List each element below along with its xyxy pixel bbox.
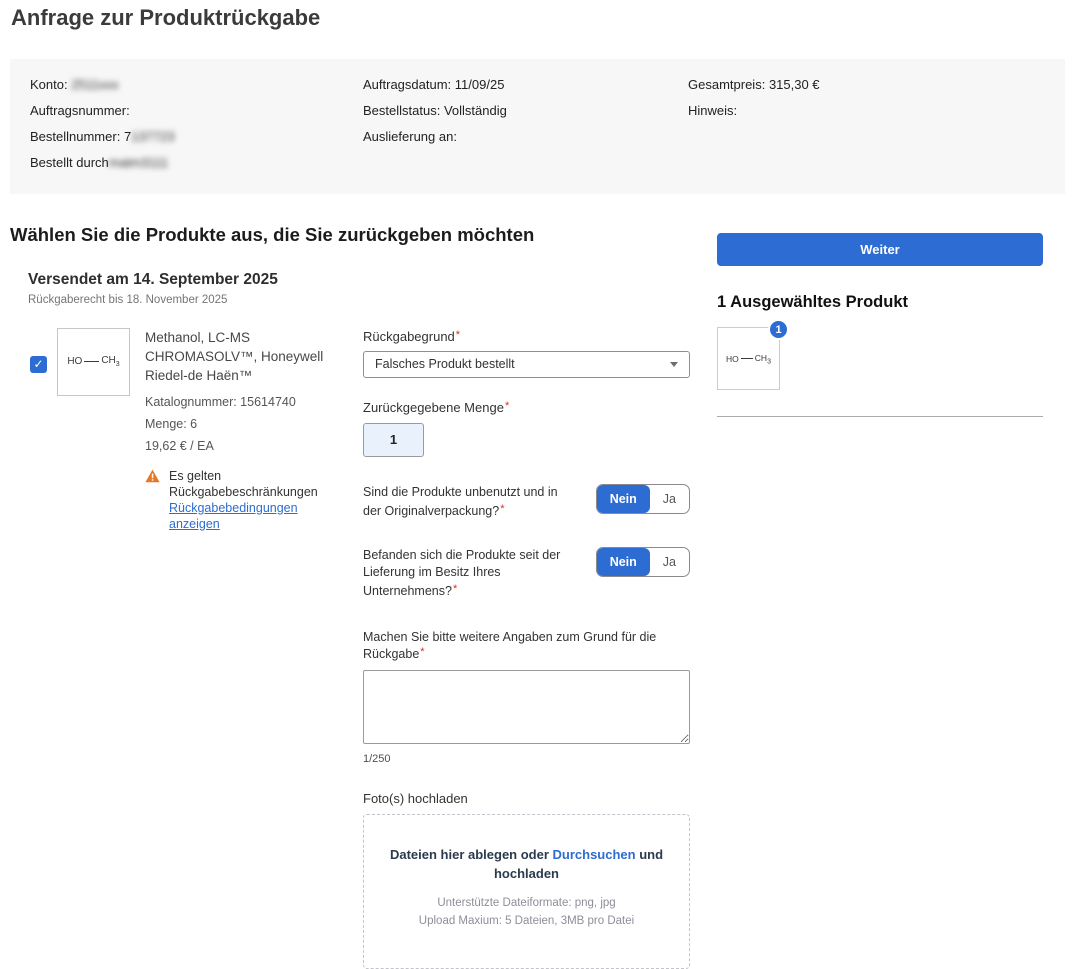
file-dropzone[interactable]: Dateien hier ablegen oder Durchsuchen un… (363, 814, 690, 969)
bestellstatus-row: Bestellstatus: Vollständig (363, 103, 688, 118)
selected-product-thumbnail[interactable]: HO CH3 1 (717, 327, 780, 390)
product-checkbox[interactable]: ✓ (30, 356, 47, 373)
unused-toggle-no-button[interactable]: Nein (597, 485, 650, 513)
methanol-structure: HO CH3 (67, 355, 119, 368)
question-text: Befanden sich die Produkte seit der Lief… (363, 547, 577, 600)
question-text: Sind die Produkte unbenutzt und in der O… (363, 484, 577, 520)
chevron-down-icon (670, 362, 678, 367)
shipment-title: Versendet am 14. September 2025 (28, 271, 700, 289)
shipment-return-deadline: Rückgaberecht bis 18. November 2025 (28, 294, 700, 306)
required-asterisk: * (453, 583, 457, 595)
methanol-structure-small: HO CH3 (726, 353, 771, 366)
return-details-textarea[interactable] (363, 670, 690, 744)
continue-button[interactable]: Weiter (717, 233, 1043, 266)
photo-upload-label: Foto(s) hochladen (363, 791, 690, 806)
konto-value-redacted: 2511xxx (71, 77, 118, 92)
auftragsnummer-row: Auftragsnummer: (30, 103, 363, 118)
required-asterisk: * (420, 646, 424, 658)
main-content: Wählen Sie die Produkte aus, die Sie zur… (10, 224, 1065, 968)
summary-divider (717, 416, 1043, 417)
warning-body: Es gelten Rückgabebeschränkungen Rückgab… (169, 468, 331, 532)
bond-line (84, 361, 99, 362)
check-icon: ✓ (33, 357, 43, 371)
warning-triangle-icon (145, 468, 160, 532)
product-image: HO CH3 (57, 328, 130, 396)
dropzone-instruction: Dateien hier ablegen oder Durchsuchen un… (388, 845, 665, 883)
unused-toggle: Nein Ja (596, 484, 690, 514)
order-info-column-2: Auftragsdatum: 11/09/25 Bestellstatus: V… (363, 77, 688, 194)
hinweis-row: Hinweis: (688, 103, 1065, 118)
formula-left: HO (67, 356, 82, 367)
order-info-column-1: Konto: 2511xxx Auftragsnummer: Bestellnu… (30, 77, 363, 194)
gesamtpreis-row: Gesamtpreis: 315,30 € (688, 77, 1065, 92)
auslieferung-row: Auslieferung an: (363, 129, 688, 144)
auftragsdatum-row: Auftragsdatum: 11/09/25 (363, 77, 688, 92)
auftragsdatum-label: Auftragsdatum: (363, 77, 451, 92)
bestellstatus-value: Vollständig (444, 103, 507, 118)
unused-toggle-yes-button[interactable]: Ja (650, 485, 689, 513)
formula-right: CH3 (101, 355, 119, 368)
supported-formats: Unterstützte Dateiformate: png, jpg (388, 896, 665, 910)
reason-label: Rückgabegrund* (363, 328, 690, 344)
return-reason-select[interactable]: Falsches Produkt bestellt (363, 351, 690, 378)
bestellnummer-row: Bestellnummer: 7137723 (30, 129, 363, 144)
upload-maximum: Upload Maxium: 5 Dateien, 3MB pro Datei (388, 914, 665, 928)
selected-count-badge: 1 (768, 319, 789, 340)
returned-quantity-input[interactable] (363, 423, 424, 457)
bestellnummer-redacted: 137723 (131, 129, 174, 144)
warning-text: Es gelten Rückgabebeschränkungen (169, 469, 318, 499)
selection-heading: Wählen Sie die Produkte aus, die Sie zur… (10, 224, 700, 246)
catalog-number: Katalognummer: 15614740 (145, 395, 348, 409)
bestellt-durch-value-redacted: matm3111 (109, 155, 169, 170)
return-form: Rückgabegrund* Falsches Produkt bestellt… (363, 328, 690, 969)
order-info-column-3: Gesamtpreis: 315,30 € Hinweis: (688, 77, 1065, 194)
gesamtpreis-value: 315,30 € (769, 77, 820, 92)
details-label: Machen Sie bitte weitere Angaben zum Gru… (363, 630, 690, 662)
return-request-page: Anfrage zur Produktrückgabe Konto: 2511x… (0, 0, 1075, 969)
return-restriction-warning: Es gelten Rückgabebeschränkungen Rückgab… (145, 468, 348, 532)
gesamtpreis-label: Gesamtpreis: (688, 77, 765, 92)
shipment-group: Versendet am 14. September 2025 Rückgabe… (28, 271, 700, 306)
order-info-box: Konto: 2511xxx Auftragsnummer: Bestellnu… (10, 59, 1065, 194)
bestellstatus-label: Bestellstatus: (363, 103, 440, 118)
selected-products-heading: 1 Ausgewähltes Produkt (717, 293, 1043, 312)
bestellt-durch-label: Bestellt durch (30, 155, 109, 170)
auftragsnummer-label: Auftragsnummer: (30, 103, 130, 118)
possession-toggle-yes-button[interactable]: Ja (650, 548, 689, 576)
product-details: Methanol, LC-MS CHROMASOLV™, Honeywell R… (145, 328, 348, 532)
summary-panel: Weiter 1 Ausgewähltes Produkt HO CH3 1 (717, 224, 1043, 417)
auslieferung-label: Auslieferung an: (363, 129, 457, 144)
question-possession: Befanden sich die Produkte seit der Lief… (363, 547, 690, 600)
possession-toggle-no-button[interactable]: Nein (597, 548, 650, 576)
unit-price: 19,62 € / EA (145, 439, 348, 453)
auftragsdatum-value: 11/09/25 (455, 77, 505, 92)
bestellt-durch-row: Bestellt durchmatm3111 (30, 155, 363, 170)
formula-left: HO (726, 354, 739, 364)
product-name: Methanol, LC-MS CHROMASOLV™, Honeywell R… (145, 328, 348, 385)
page-title: Anfrage zur Produktrückgabe (0, 0, 1075, 31)
required-asterisk: * (456, 329, 460, 341)
char-counter: 1/250 (363, 753, 690, 765)
ordered-quantity: Menge: 6 (145, 417, 348, 431)
required-asterisk: * (500, 503, 504, 515)
reason-selected-value: Falsches Produkt bestellt (375, 357, 515, 371)
konto-row: Konto: 2511xxx (30, 77, 363, 92)
konto-label: Konto: (30, 77, 68, 92)
question-unused-packaging: Sind die Produkte unbenutzt und in der O… (363, 484, 690, 520)
product-row: ✓ HO CH3 Methanol, LC-MS CHROMASOLV™, Ho… (10, 328, 700, 969)
product-selection-panel: Wählen Sie die Produkte aus, die Sie zur… (10, 224, 700, 968)
qty-label: Zurückgegebene Menge* (363, 399, 690, 415)
possession-toggle: Nein Ja (596, 547, 690, 577)
hinweis-label: Hinweis: (688, 103, 737, 118)
required-asterisk: * (505, 400, 509, 412)
bestellnummer-label: Bestellnummer: (30, 129, 120, 144)
bond-line (741, 358, 753, 359)
browse-files-link[interactable]: Durchsuchen (553, 847, 636, 862)
formula-right: CH3 (755, 353, 771, 366)
return-conditions-link[interactable]: Rückgabebedingungen anzeigen (169, 500, 331, 532)
